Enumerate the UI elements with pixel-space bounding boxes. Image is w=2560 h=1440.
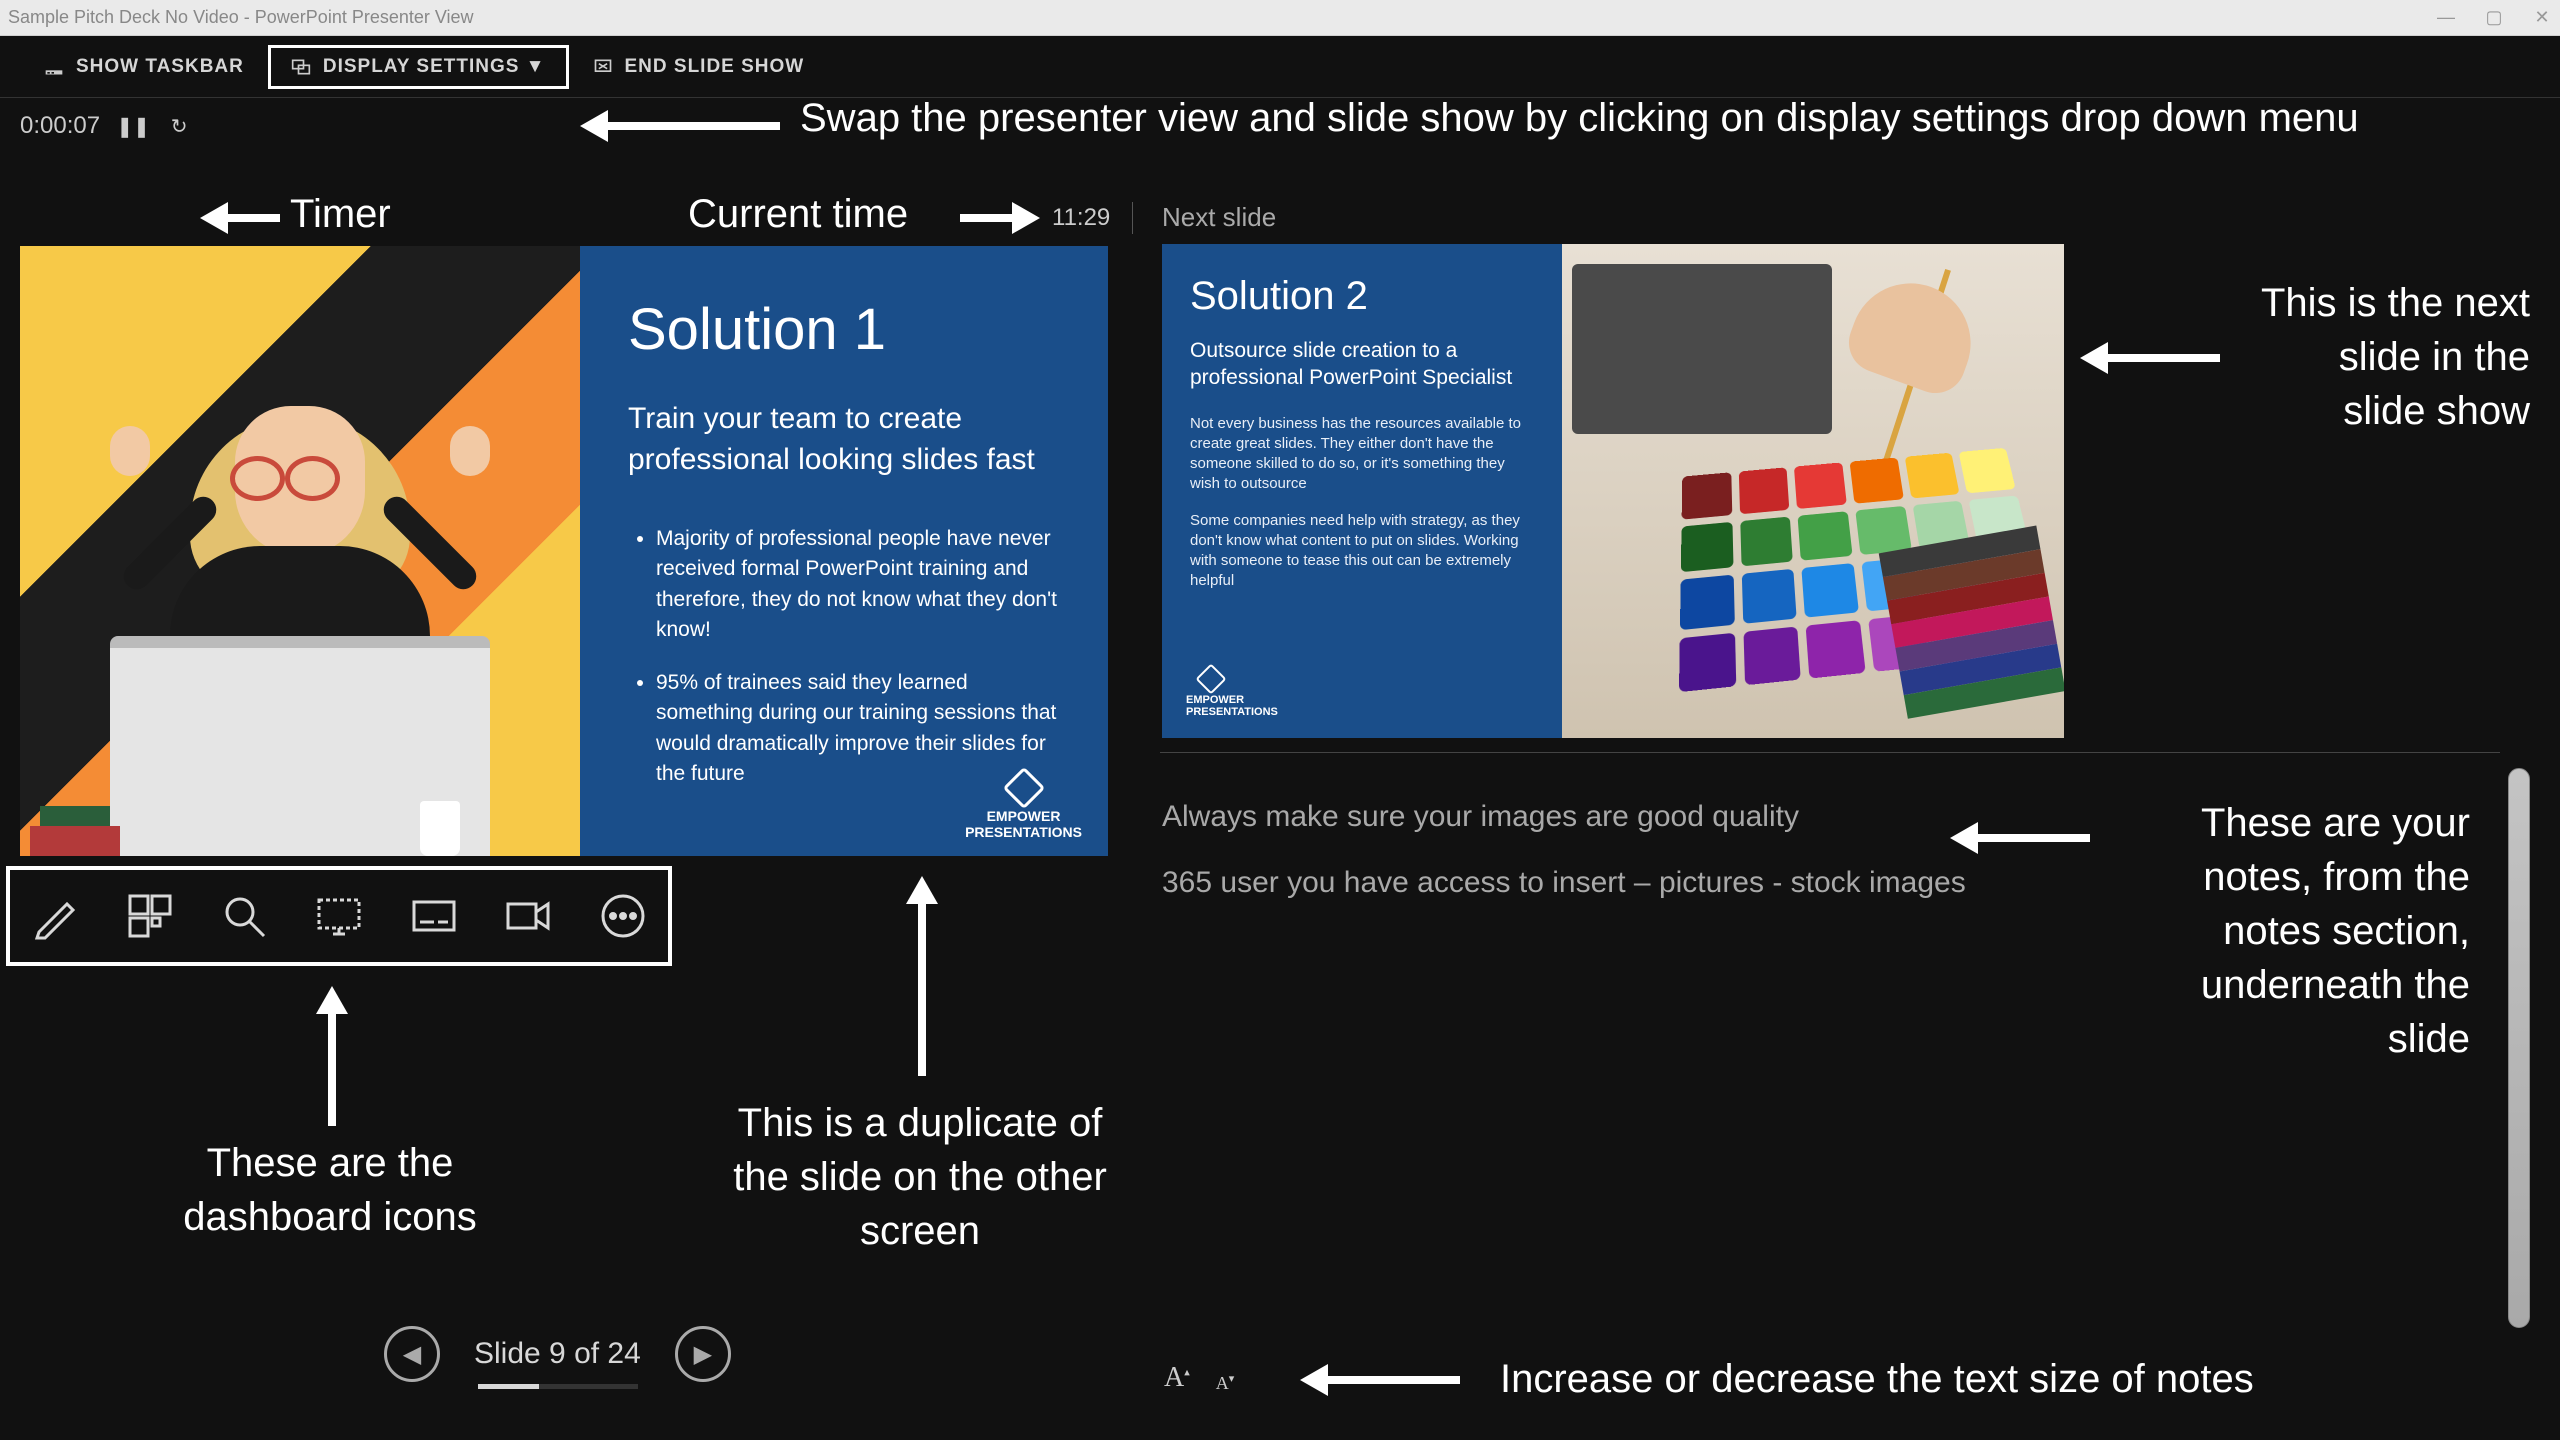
color-swatch bbox=[1794, 462, 1847, 508]
increase-font-button[interactable]: A▴ bbox=[1164, 1362, 1190, 1394]
notes-scrollbar[interactable] bbox=[2508, 768, 2530, 1328]
notes-font-controls: A▴ A▾ bbox=[1164, 1362, 1234, 1394]
color-swatch bbox=[1802, 563, 1859, 617]
color-swatch bbox=[1680, 575, 1735, 630]
color-swatch bbox=[1679, 632, 1736, 692]
color-swatch bbox=[1743, 626, 1801, 685]
window-buttons: — ▢ ✕ bbox=[2436, 8, 2552, 28]
show-taskbar-label: SHOW TASKBAR bbox=[76, 56, 244, 78]
next-slide-image bbox=[1562, 244, 2064, 738]
clock-time: 11:29 bbox=[1052, 204, 1110, 232]
show-taskbar-button[interactable]: SHOW TASKBAR bbox=[44, 56, 244, 78]
color-swatch bbox=[1806, 620, 1866, 679]
slide-image bbox=[20, 246, 580, 856]
window-titlebar: Sample Pitch Deck No Video - PowerPoint … bbox=[0, 0, 2560, 36]
minimize-icon[interactable]: — bbox=[2436, 8, 2456, 28]
next-slide-subtitle: Outsource slide creation to a profession… bbox=[1190, 337, 1534, 392]
slide-bullet: 95% of trainees said they learned someth… bbox=[656, 668, 1060, 790]
next-slide-preview[interactable]: Solution 2 Outsource slide creation to a… bbox=[1162, 244, 2064, 738]
color-swatch bbox=[1740, 516, 1793, 566]
color-swatch bbox=[1798, 511, 1853, 561]
annotation-arrow bbox=[200, 206, 280, 230]
annotation-arrow bbox=[320, 986, 344, 1126]
display-settings-button[interactable]: DISPLAY SETTINGS ▼ bbox=[268, 45, 569, 89]
color-swatch bbox=[1741, 569, 1797, 624]
slide-counter: Slide 9 of 24 bbox=[474, 1337, 641, 1371]
camera-icon[interactable] bbox=[503, 890, 554, 942]
zoom-icon[interactable] bbox=[219, 890, 270, 942]
maximize-icon[interactable]: ▢ bbox=[2484, 8, 2504, 28]
annotation-dashboard-icons: These are the dashboard icons bbox=[140, 1136, 520, 1244]
prev-slide-button[interactable]: ◀ bbox=[384, 1326, 440, 1382]
black-screen-icon[interactable] bbox=[314, 890, 365, 942]
slide-bullet: Majority of professional people have nev… bbox=[656, 524, 1060, 646]
annotation-next-slide: This is the next slide in the slide show bbox=[2250, 276, 2530, 438]
color-swatch bbox=[1850, 457, 1904, 503]
annotation-timer: Timer bbox=[290, 192, 391, 237]
annotation-arrow bbox=[2080, 346, 2220, 370]
next-slide-button[interactable]: ▶ bbox=[675, 1326, 731, 1382]
restart-timer-icon[interactable]: ↻ bbox=[166, 113, 192, 139]
divider bbox=[1132, 202, 1133, 234]
timer-elapsed: 0:00:07 bbox=[20, 112, 100, 140]
window-title: Sample Pitch Deck No Video - PowerPoint … bbox=[8, 7, 474, 28]
annotation-arrow bbox=[580, 114, 780, 138]
timer-group: 0:00:07 ❚❚ ↻ bbox=[20, 112, 192, 140]
annotation-arrow bbox=[1950, 826, 2090, 850]
next-slide-text: Solution 2 Outsource slide creation to a… bbox=[1162, 244, 1562, 738]
pen-icon[interactable] bbox=[30, 890, 81, 942]
display-settings-label: DISPLAY SETTINGS ▼ bbox=[323, 56, 546, 78]
dashboard-toolbar bbox=[6, 866, 672, 966]
color-swatch bbox=[1959, 448, 2016, 493]
annotation-notes: These are your notes, from the notes sec… bbox=[2130, 796, 2470, 1066]
end-slideshow-icon bbox=[593, 57, 613, 77]
presenter-view-app: SHOW TASKBAR DISPLAY SETTINGS ▼ END SLID… bbox=[0, 36, 2560, 1440]
slide-bullets: Majority of professional people have nev… bbox=[628, 524, 1060, 790]
decrease-font-button[interactable]: A▾ bbox=[1216, 1372, 1235, 1394]
slide-progress bbox=[478, 1384, 638, 1389]
color-swatch bbox=[1682, 472, 1732, 519]
color-swatch bbox=[1738, 467, 1789, 514]
taskbar-icon bbox=[44, 57, 64, 77]
next-slide-label: Next slide bbox=[1162, 202, 1276, 233]
annotation-arrow bbox=[910, 876, 934, 1076]
annotation-font-size: Increase or decrease the text size of no… bbox=[1500, 1352, 2320, 1406]
next-slide-title: Solution 2 bbox=[1190, 274, 1534, 319]
annotation-arrow bbox=[1300, 1368, 1460, 1392]
annotation-display-settings: Swap the presenter view and slide show b… bbox=[800, 96, 2359, 141]
logo-empower: EMPOWER PRESENTATIONS bbox=[1186, 668, 1278, 718]
close-icon[interactable]: ✕ bbox=[2532, 8, 2552, 28]
color-swatch bbox=[1904, 453, 1959, 498]
see-all-slides-icon[interactable] bbox=[125, 890, 176, 942]
slide-text: Solution 1 Train your team to create pro… bbox=[580, 246, 1108, 856]
color-swatch bbox=[1681, 521, 1733, 572]
more-options-icon[interactable] bbox=[597, 890, 648, 942]
end-slideshow-label: END SLIDE SHOW bbox=[625, 56, 805, 78]
display-settings-icon bbox=[291, 57, 311, 77]
slide-navigation: ◀ Slide 9 of 24 ▶ bbox=[384, 1326, 731, 1382]
toolbar: SHOW TASKBAR DISPLAY SETTINGS ▼ END SLID… bbox=[0, 36, 2560, 98]
divider bbox=[1160, 752, 2500, 753]
subtitle-icon[interactable] bbox=[408, 890, 459, 942]
annotation-duplicate-slide: This is a duplicate of the slide on the … bbox=[720, 1096, 1120, 1258]
logo-empower: EMPOWER PRESENTATIONS bbox=[965, 773, 1082, 840]
slide-subtitle: Train your team to create professional l… bbox=[628, 399, 1060, 480]
current-slide-preview: Solution 1 Train your team to create pro… bbox=[20, 246, 1108, 856]
slide-title: Solution 1 bbox=[628, 296, 1060, 363]
next-slide-para: Some companies need help with strategy, … bbox=[1190, 511, 1534, 592]
annotation-arrow bbox=[960, 206, 1040, 230]
end-slideshow-button[interactable]: END SLIDE SHOW bbox=[593, 56, 805, 78]
annotation-clock: Current time bbox=[688, 192, 908, 237]
next-slide-para: Not every business has the resources ava… bbox=[1190, 414, 1534, 495]
pause-icon[interactable]: ❚❚ bbox=[120, 113, 146, 139]
color-swatch bbox=[1855, 505, 1911, 555]
